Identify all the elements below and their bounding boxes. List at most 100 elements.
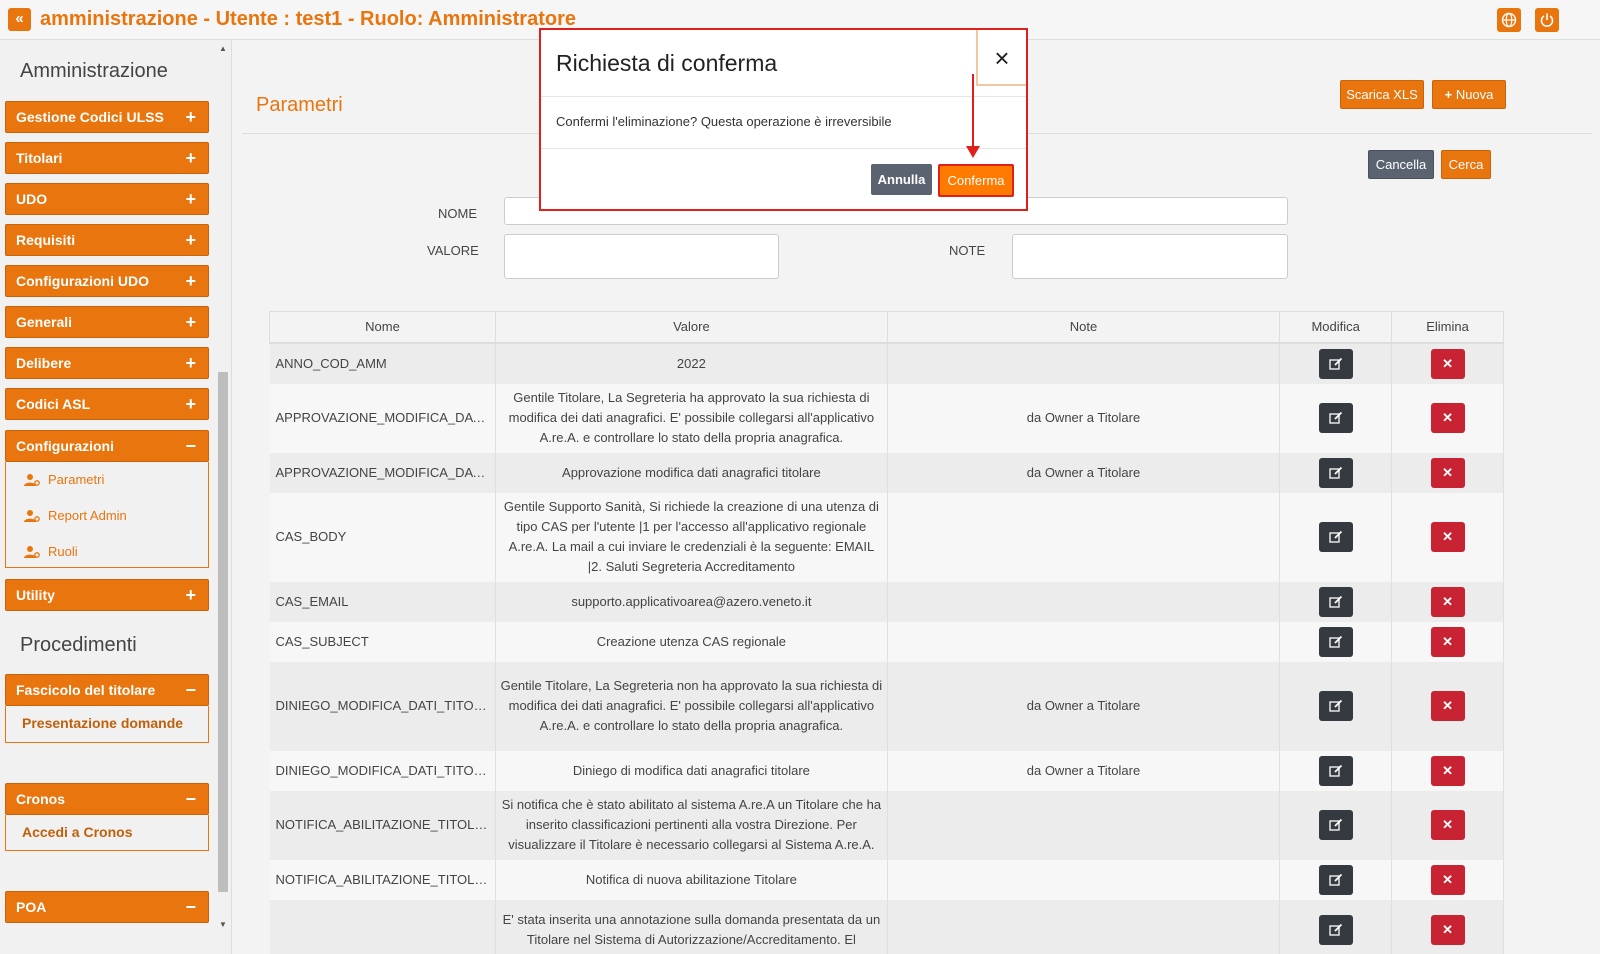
menu-udo[interactable]: UDO +	[5, 183, 209, 215]
column-header-valore[interactable]: Valore	[495, 311, 888, 344]
nome-label: NOME	[438, 206, 477, 221]
cell-elimina: ✕	[1391, 621, 1504, 662]
edit-button[interactable]	[1318, 403, 1353, 433]
delete-button[interactable]: ✕	[1430, 348, 1465, 379]
column-header-nome[interactable]: Nome	[269, 311, 496, 344]
sidebar-scrollbar[interactable]: ▲ ▼	[216, 40, 230, 954]
close-icon: ✕	[1442, 410, 1453, 425]
cell-valore: Gentile Titolare, La Segreteria ha appro…	[495, 383, 888, 453]
edit-icon	[1328, 357, 1342, 370]
collapse-menu-button[interactable]: «	[8, 8, 31, 31]
edit-icon	[1328, 873, 1342, 886]
cell-note	[887, 342, 1281, 384]
menu-requisiti[interactable]: Requisiti +	[5, 224, 209, 256]
cell-valore: Diniego di modifica dati anagrafici tito…	[495, 750, 888, 791]
table-row: CAS_EMAIL supporto.applicativoarea@azero.…	[269, 581, 1504, 622]
cell-elimina: ✕	[1391, 452, 1504, 493]
submenu-item-ruoli[interactable]: Ruoli	[6, 534, 208, 570]
user-cog-icon	[24, 510, 40, 522]
plus-icon: +	[185, 271, 196, 291]
edit-icon	[1328, 818, 1342, 831]
dialog-title: Richiesta di conferma	[556, 50, 778, 76]
edit-button[interactable]	[1318, 586, 1353, 617]
menu-delibere[interactable]: Delibere +	[5, 347, 209, 379]
menu-configurazioni[interactable]: Configurazioni −	[5, 430, 209, 462]
menu-configurazioni-udo[interactable]: Configurazioni UDO +	[5, 265, 209, 297]
cell-elimina: ✕	[1391, 492, 1504, 582]
plus-icon: +	[185, 585, 196, 605]
submenu-configurazioni: Parametri Report Admin Ruoli	[5, 462, 209, 568]
table-row: DINIEGO_MODIFICA_DATI_TITOLA... Diniego d…	[269, 750, 1504, 791]
cerca-button[interactable]: Cerca	[1441, 150, 1491, 179]
menu-poa[interactable]: POA −	[5, 891, 209, 923]
scroll-up-arrow-icon[interactable]: ▲	[219, 44, 227, 53]
delete-button[interactable]: ✕	[1430, 755, 1465, 786]
link-presentazione-domande[interactable]: Presentazione domande	[6, 706, 208, 740]
cell-elimina: ✕	[1391, 581, 1504, 622]
table-row: APPROVAZIONE_MODIFICA_DATI_... Gentile Ti…	[269, 383, 1504, 453]
language-button[interactable]	[1497, 8, 1521, 32]
scroll-down-arrow-icon[interactable]: ▼	[219, 920, 227, 929]
delete-button[interactable]: ✕	[1430, 810, 1465, 840]
cell-modifica	[1279, 452, 1393, 493]
menu-codici-asl[interactable]: Codici ASL +	[5, 388, 209, 420]
table-row: APPROVAZIONE_MODIFICA_DATI_... Approvazio…	[269, 452, 1504, 493]
edit-button[interactable]	[1318, 691, 1353, 721]
edit-icon	[1328, 923, 1342, 936]
note-label: NOTE	[949, 243, 986, 258]
cell-nome: DINIEGO_MODIFICA_DATI_TITOLA...	[269, 661, 496, 751]
submenu-fascicolo: Presentazione domande	[5, 706, 209, 743]
cell-note	[887, 790, 1281, 860]
conferma-button[interactable]: Conferma	[938, 164, 1014, 197]
delete-button[interactable]: ✕	[1430, 914, 1465, 945]
edit-button[interactable]	[1318, 348, 1353, 379]
cell-nome	[269, 899, 496, 954]
menu-titolari[interactable]: Titolari +	[5, 142, 209, 174]
cell-nome: APPROVAZIONE_MODIFICA_DATI_...	[269, 452, 496, 493]
menu-cronos[interactable]: Cronos −	[5, 783, 209, 815]
edit-button[interactable]	[1318, 914, 1353, 945]
cancella-button[interactable]: Cancella	[1368, 150, 1434, 179]
cell-valore: 2022	[495, 342, 888, 384]
close-icon[interactable]: ×	[976, 30, 1026, 86]
table-row: NOTIFICA_ABILITAZIONE_TITOLAR... Notifica…	[269, 859, 1504, 900]
edit-button[interactable]	[1318, 626, 1353, 657]
edit-button[interactable]	[1318, 864, 1353, 895]
edit-button[interactable]	[1318, 810, 1353, 840]
minus-icon: −	[185, 789, 196, 809]
column-header-elimina: Elimina	[1391, 311, 1504, 344]
scarica-xls-button[interactable]: Scarica XLS	[1340, 80, 1424, 109]
edit-button[interactable]	[1318, 755, 1353, 786]
cell-modifica	[1279, 621, 1393, 662]
menu-generali[interactable]: Generali +	[5, 306, 209, 338]
annulla-button[interactable]: Annulla	[871, 164, 932, 195]
delete-button[interactable]: ✕	[1430, 691, 1465, 721]
column-header-note[interactable]: Note	[886, 311, 1281, 344]
minus-icon: −	[185, 436, 196, 456]
edit-button[interactable]	[1318, 457, 1353, 488]
logout-button[interactable]	[1535, 8, 1559, 32]
submenu-item-parametri[interactable]: Parametri	[6, 462, 208, 498]
cell-modifica	[1279, 899, 1393, 954]
sidebar-scrollbar-thumb[interactable]	[218, 372, 228, 892]
link-accedi-a-cronos[interactable]: Accedi a Cronos	[6, 815, 208, 849]
note-textarea[interactable]	[1012, 234, 1288, 279]
delete-button[interactable]: ✕	[1430, 522, 1465, 552]
valore-label: VALORE	[427, 243, 479, 258]
submenu-item-report-admin[interactable]: Report Admin	[6, 498, 208, 534]
menu-gestione-codici-ulss[interactable]: Gestione Codici ULSS +	[5, 101, 209, 133]
edit-icon	[1328, 635, 1342, 648]
delete-button[interactable]: ✕	[1430, 586, 1465, 617]
delete-button[interactable]: ✕	[1430, 626, 1465, 657]
close-icon: ✕	[1442, 762, 1453, 778]
delete-button[interactable]: ✕	[1430, 403, 1465, 433]
valore-textarea[interactable]	[504, 234, 779, 279]
menu-fascicolo-del-titolare[interactable]: Fascicolo del titolare −	[5, 674, 209, 706]
delete-button[interactable]: ✕	[1430, 457, 1465, 488]
menu-utility[interactable]: Utility +	[5, 579, 209, 611]
cell-note	[887, 581, 1281, 622]
edit-button[interactable]	[1318, 522, 1353, 552]
nuova-button[interactable]: + Nuova	[1432, 80, 1506, 109]
delete-button[interactable]: ✕	[1430, 864, 1465, 895]
table-row: CAS_SUBJECT Creazione utenza CAS regional…	[269, 621, 1504, 662]
